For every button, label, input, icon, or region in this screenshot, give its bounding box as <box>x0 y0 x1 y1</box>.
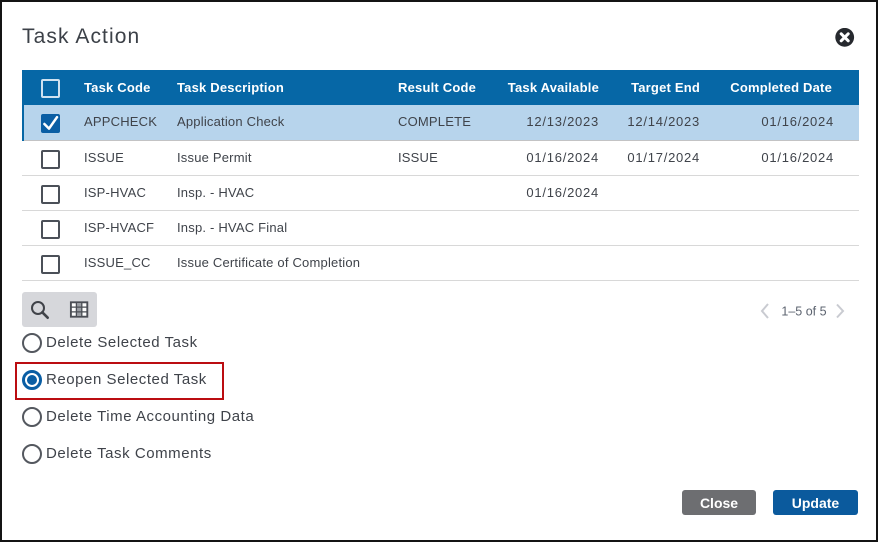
svg-text:1–5 of 5: 1–5 of 5 <box>781 305 826 319</box>
